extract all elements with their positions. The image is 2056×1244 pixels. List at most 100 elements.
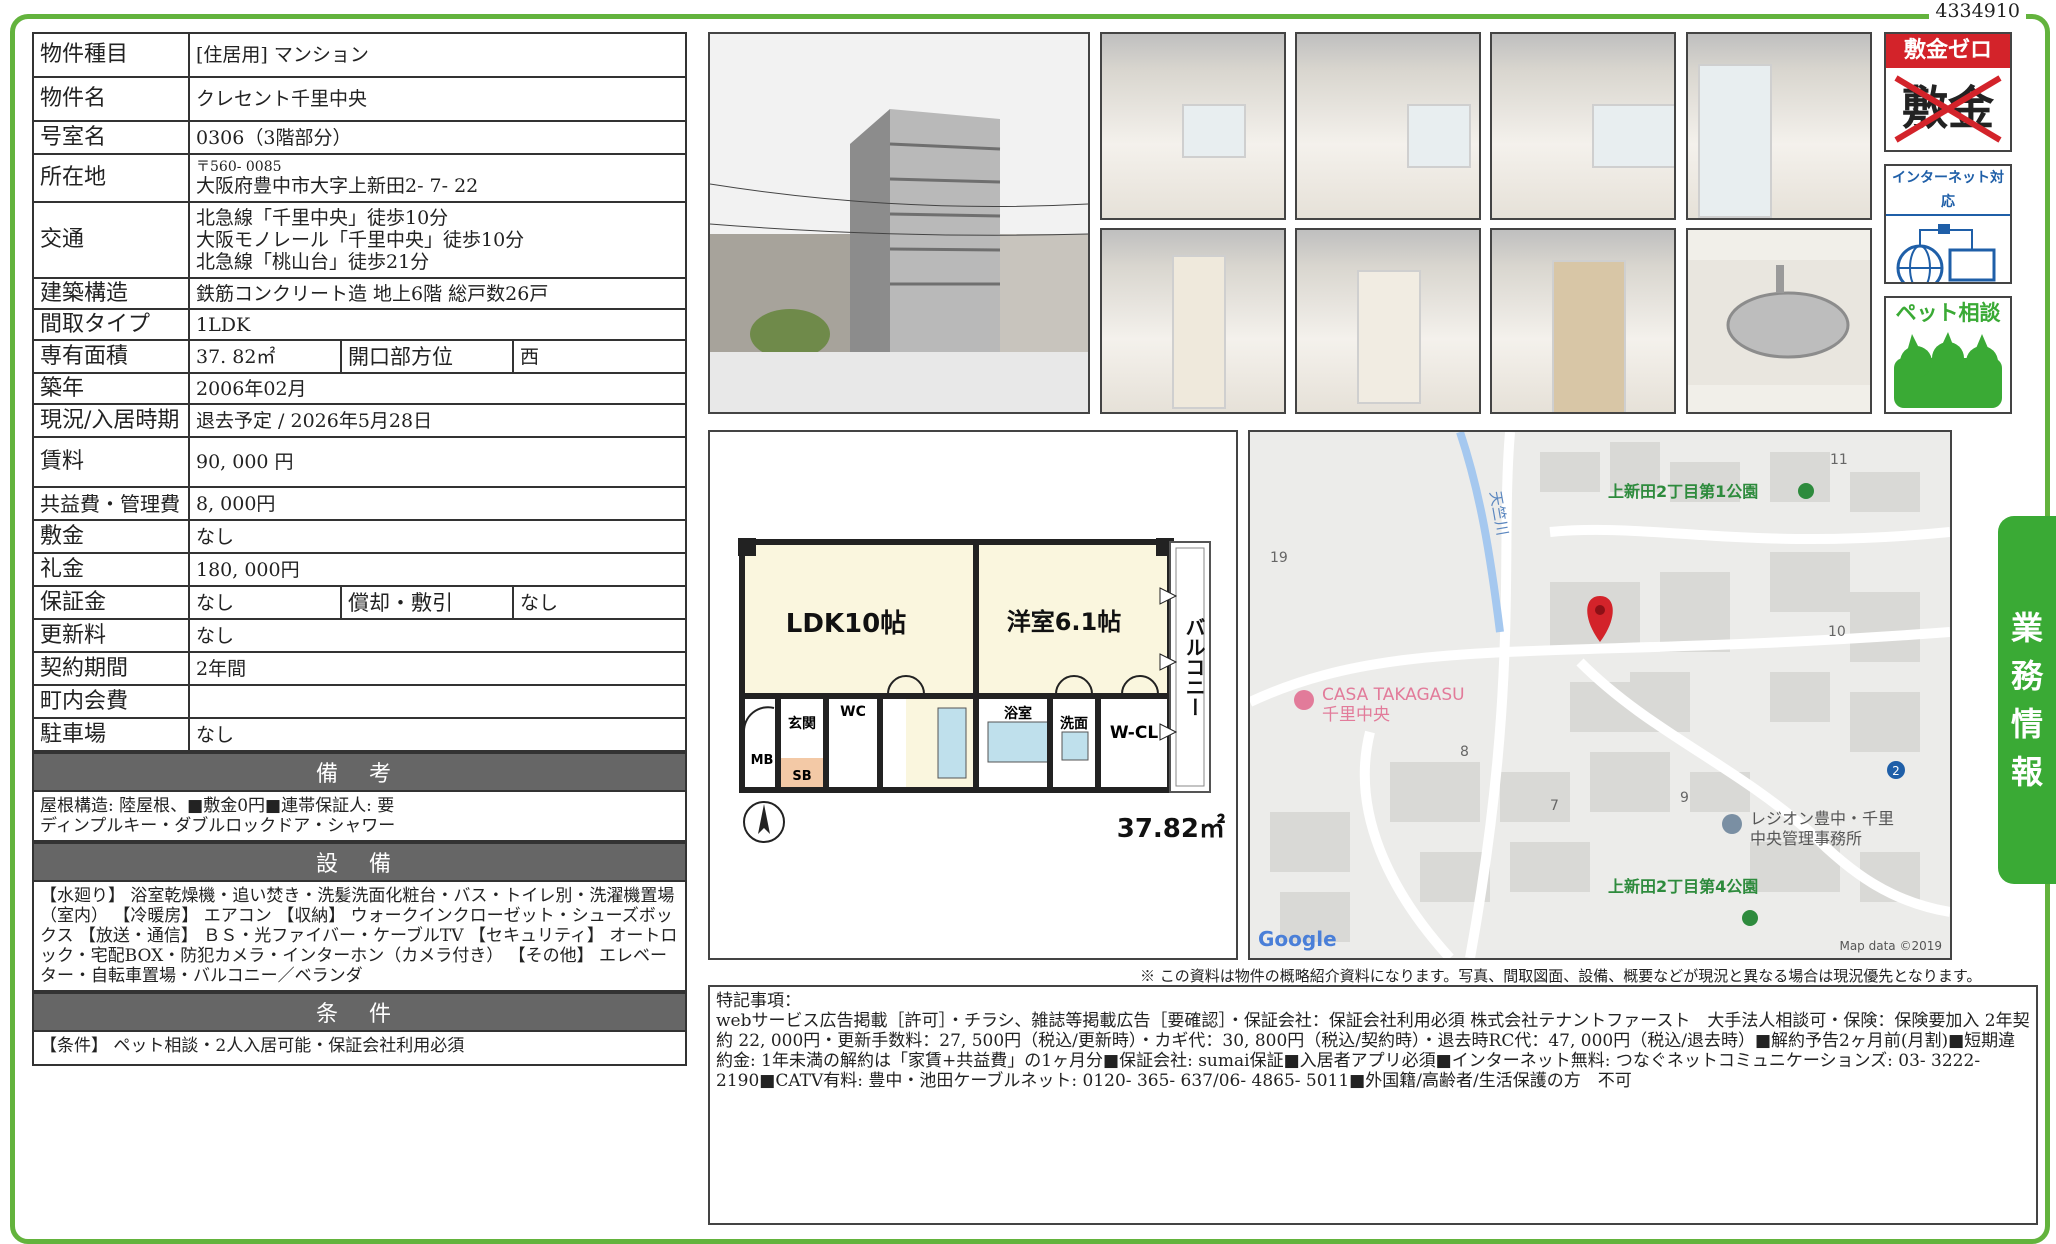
room-photo[interactable] bbox=[1295, 228, 1481, 414]
name-value: クレセント千里中央 bbox=[188, 76, 687, 122]
contract-label: 契約期間 bbox=[32, 651, 190, 686]
floorplan-drawing: LDK10帖 洋室6.1帖 バルコニー 玄関 WC 浴室 洗面 W-CL MB … bbox=[738, 538, 1230, 844]
reikin-label: 礼金 bbox=[32, 552, 190, 587]
contract-value: 2年間 bbox=[188, 651, 687, 686]
status-label: 現況/入居時期 bbox=[32, 403, 190, 438]
equipment-header: 設 備 bbox=[32, 842, 687, 880]
map-legion: レジオン豊中・千里 bbox=[1750, 809, 1894, 828]
plan-area: 37.82㎡ bbox=[1117, 813, 1225, 844]
area-value: 37. 82㎡ bbox=[188, 339, 342, 374]
location-map[interactable]: 天竺川 上新田2丁目第1公園 上新田2丁目第4公園 CASA TAKAGASU … bbox=[1248, 430, 1952, 960]
room-photo[interactable] bbox=[1686, 32, 1872, 220]
business-info-tab[interactable]: 業 務 情 報 bbox=[1998, 516, 2056, 884]
renewal-label: 更新料 bbox=[32, 618, 190, 653]
pet-badge: ペット相談 bbox=[1884, 296, 2012, 414]
transit-cell: 北急線「千里中央」徒歩10分 大阪モノレール「千里中央」徒歩10分 北急線「桃山台」… bbox=[188, 201, 687, 279]
map-park1: 上新田2丁目第1公園 bbox=[1608, 482, 1758, 501]
map-attribution: Map data ©2019 bbox=[1839, 939, 1942, 953]
floorplan[interactable]: LDK10帖 洋室6.1帖 バルコニー 玄関 WC 浴室 洗面 W-CL MB … bbox=[708, 430, 1238, 960]
plan-balcony: バルコニー bbox=[1182, 617, 1206, 717]
map-block-number: 9 bbox=[1680, 790, 1689, 806]
name-label: 物件名 bbox=[32, 76, 190, 122]
map-route-number: 2 bbox=[1892, 764, 1900, 778]
plan-bath: 浴室 bbox=[1004, 705, 1032, 722]
parking-label: 駐車場 bbox=[32, 717, 190, 752]
badge-title: インターネット対応 bbox=[1886, 166, 2010, 216]
remarks-body: 屋根構造: 陸屋根、■敷金0円■連帯保証人: 要 ディンプルキー・ダブルロックド… bbox=[32, 790, 687, 842]
chonaikai-value bbox=[188, 684, 687, 719]
room-photo[interactable] bbox=[1295, 32, 1481, 220]
notes-title: 特記事項： bbox=[716, 991, 801, 1011]
special-notes: 特記事項： webサービス広告掲載［許可］・チラシ、雑誌等掲載広告［要確認］・保… bbox=[708, 985, 2038, 1225]
type-label: 物件種目 bbox=[32, 32, 190, 78]
map-block-number: 7 bbox=[1550, 798, 1559, 814]
park-icon bbox=[1798, 483, 1814, 499]
property-info-panel: 物件種目 [住居用] マンション 物件名 クレセント千里中央 号室名 0306（3階部… bbox=[32, 32, 687, 1066]
direction-label: 開口部方位 bbox=[340, 339, 514, 374]
rent-value: 90, 000 円 bbox=[188, 436, 687, 488]
structure-value: 鉄筋コンクリート造 地上6階 総戸数26戸 bbox=[188, 277, 687, 310]
transit-line: 大阪モノレール「千里中央」徒歩10分 bbox=[196, 229, 525, 251]
room-photo[interactable] bbox=[1490, 228, 1676, 414]
parking-value: なし bbox=[188, 717, 687, 752]
plan-ldk: LDK10帖 bbox=[786, 609, 906, 639]
map-park4: 上新田2丁目第4公園 bbox=[1608, 877, 1758, 896]
tab-char: 務 bbox=[2010, 657, 2043, 695]
type-value: [住居用] マンション bbox=[188, 32, 687, 78]
badge-title: 敷金ゼロ bbox=[1886, 34, 2010, 68]
room-photo[interactable] bbox=[1100, 228, 1286, 414]
map-google-logo: Google bbox=[1258, 927, 1337, 951]
sink-photo[interactable] bbox=[1686, 228, 1872, 414]
fee-value: 8, 000円 bbox=[188, 486, 687, 521]
property-table: 物件種目 [住居用] マンション 物件名 クレセント千里中央 号室名 0306（3階部… bbox=[32, 32, 687, 752]
transit-label: 交通 bbox=[32, 201, 190, 279]
built-label: 築年 bbox=[32, 372, 190, 405]
map-block-number: 10 bbox=[1828, 624, 1846, 640]
poi-icon bbox=[1294, 690, 1314, 710]
layout-value: 1LDK bbox=[188, 308, 687, 341]
notes-text: webサービス広告掲載［許可］・チラシ、雑誌等掲載広告［要確認］・保証会社：保証… bbox=[716, 1011, 2030, 1091]
park-icon bbox=[1742, 910, 1758, 926]
remarks-header: 備 考 bbox=[32, 752, 687, 790]
room-label: 号室名 bbox=[32, 120, 190, 155]
poi-icon bbox=[1722, 814, 1742, 834]
direction-value: 西 bbox=[512, 339, 687, 374]
structure-label: 建築構造 bbox=[32, 277, 190, 310]
building-illustration bbox=[710, 34, 1088, 412]
shikikin-zero-badge: 敷金ゼロ 敷金 bbox=[1884, 32, 2012, 152]
room-value: 0306（3階部分） bbox=[188, 120, 687, 155]
address-cell: 〒560- 0085 大阪府豊中市大字上新田2- 7- 22 bbox=[188, 153, 687, 203]
shikikin-value: なし bbox=[188, 519, 687, 554]
reikin-value: 180, 000円 bbox=[188, 552, 687, 587]
tab-char: 情 bbox=[2010, 705, 2043, 743]
address-zip: 〒560- 0085 bbox=[196, 159, 282, 175]
fee-label: 共益費・管理費 bbox=[32, 486, 190, 521]
plan-genkan: 玄関 bbox=[788, 715, 816, 732]
map-casa-sub: 千里中央 bbox=[1322, 705, 1390, 725]
area-label: 専有面積 bbox=[32, 339, 190, 374]
plan-western: 洋室6.1帖 bbox=[1007, 608, 1122, 636]
map-drawing: 天竺川 上新田2丁目第1公園 上新田2丁目第4公園 CASA TAKAGASU … bbox=[1250, 432, 1950, 958]
transit-line: 北急線「桃山台」徒歩21分 bbox=[196, 251, 430, 273]
conditions-header: 条 件 bbox=[32, 992, 687, 1030]
shokyaku-label: 償却・敷引 bbox=[340, 585, 514, 620]
status-value: 退去予定 / 2026年5月28日 bbox=[188, 403, 687, 438]
hoshokin-label: 保証金 bbox=[32, 585, 190, 620]
map-block-number: 11 bbox=[1830, 452, 1848, 468]
equipment-body: 【水廻り】 浴室乾燥機・追い焚き・洗髪洗面化粧台・バス・トイレ別・洗濯機置場（室… bbox=[32, 880, 687, 992]
map-block-number: 8 bbox=[1460, 744, 1469, 760]
building-photo[interactable] bbox=[708, 32, 1090, 414]
conditions-body: 【条件】 ペット相談・2人入居可能・保証会社利用必須 bbox=[32, 1030, 687, 1066]
plan-sb: SB bbox=[792, 769, 811, 784]
map-block-number: 19 bbox=[1270, 550, 1288, 566]
map-legion-sub: 中央管理事務所 bbox=[1750, 829, 1862, 848]
tab-char: 業 bbox=[2010, 609, 2043, 647]
shikikin-label: 敷金 bbox=[32, 519, 190, 554]
address-label: 所在地 bbox=[32, 153, 190, 203]
plan-mb: MB bbox=[751, 753, 774, 768]
address-value: 大阪府豊中市大字上新田2- 7- 22 bbox=[196, 175, 479, 197]
room-photo[interactable] bbox=[1490, 32, 1676, 220]
room-photo[interactable] bbox=[1100, 32, 1286, 220]
plan-washroom: 洗面 bbox=[1060, 715, 1088, 732]
globe-laptop-icon bbox=[1896, 224, 1996, 282]
